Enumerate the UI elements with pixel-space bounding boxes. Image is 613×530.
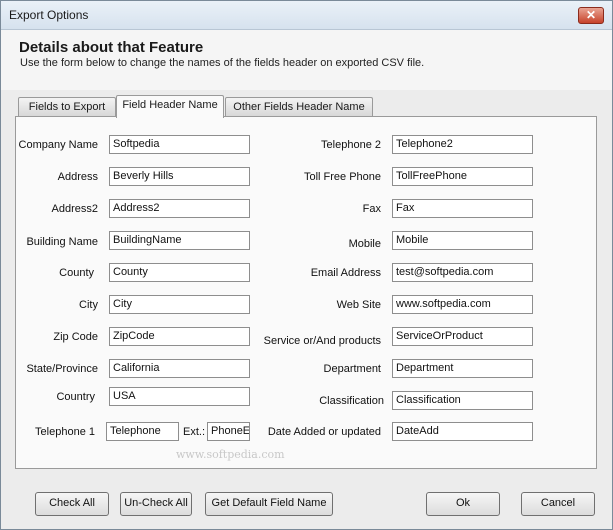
watermark-text: www.softpedia.com xyxy=(176,448,285,461)
building-name-field[interactable]: BuildingName xyxy=(109,231,250,250)
page-description: Use the form below to change the names o… xyxy=(20,57,425,69)
close-button[interactable]: ✕ xyxy=(578,7,604,24)
ok-button[interactable]: Ok xyxy=(426,492,500,516)
address-label: Address xyxy=(57,171,98,183)
title-bar: Export Options ✕ xyxy=(1,1,612,30)
export-options-window: Export Options ✕ Details about that Feat… xyxy=(0,0,613,530)
address2-label: Address2 xyxy=(51,203,98,215)
country-label: Country xyxy=(56,391,95,403)
service-products-label: Service or/And products xyxy=(263,335,381,347)
telephone2-label: Telephone 2 xyxy=(321,139,381,151)
tab-other-fields-header-name[interactable]: Other Fields Header Name xyxy=(225,97,373,118)
state-province-field[interactable]: California xyxy=(109,359,250,378)
county-field[interactable]: County xyxy=(109,263,250,282)
date-added-field[interactable]: DateAdd xyxy=(392,422,533,441)
zip-code-label: Zip Code xyxy=(53,331,98,343)
department-field[interactable]: Department xyxy=(392,359,533,378)
mobile-field[interactable]: Mobile xyxy=(392,231,533,250)
city-label: City xyxy=(79,299,98,311)
mobile-label: Mobile xyxy=(348,238,381,250)
web-site-label: Web Site xyxy=(336,299,381,311)
telephone1-label: Telephone 1 xyxy=(35,426,95,438)
window-title: Export Options xyxy=(9,8,89,22)
address2-field[interactable]: Address2 xyxy=(109,199,250,218)
state-province-label: State/Province xyxy=(26,363,98,375)
header-area: Details about that Feature Use the form … xyxy=(1,30,612,90)
zip-code-field[interactable]: ZipCode xyxy=(109,327,250,346)
fax-label: Fax xyxy=(362,203,381,215)
city-field[interactable]: City xyxy=(109,295,250,314)
telephone1-ext-label: Ext.: xyxy=(183,426,206,438)
get-default-field-name-button[interactable]: Get Default Field Name xyxy=(205,492,333,516)
service-products-field[interactable]: ServiceOrProduct xyxy=(392,327,533,346)
telephone2-field[interactable]: Telephone2 xyxy=(392,135,533,154)
page-title: Details about that Feature xyxy=(19,39,204,56)
email-address-label: Email Address xyxy=(310,267,381,279)
company-name-label: Company Name xyxy=(18,139,98,151)
telephone1-ext-field[interactable]: PhoneExt xyxy=(207,422,250,441)
date-added-label: Date Added or updated xyxy=(267,426,381,438)
building-name-label: Building Name xyxy=(26,236,98,248)
country-field[interactable]: USA xyxy=(109,387,250,406)
toll-free-phone-field[interactable]: TollFreePhone xyxy=(392,167,533,186)
close-icon: ✕ xyxy=(585,8,597,22)
toll-free-phone-label: Toll Free Phone xyxy=(303,171,381,183)
county-label: County xyxy=(59,267,94,279)
email-address-field[interactable]: test@softpedia.com xyxy=(392,263,533,282)
uncheck-all-button[interactable]: Un-Check All xyxy=(120,492,192,516)
department-label: Department xyxy=(323,363,381,375)
fax-field[interactable]: Fax xyxy=(392,199,533,218)
cancel-button[interactable]: Cancel xyxy=(521,492,595,516)
tab-field-header-name[interactable]: Field Header Name xyxy=(116,95,224,118)
company-name-field[interactable]: Softpedia xyxy=(109,135,250,154)
web-site-field[interactable]: www.softpedia.com xyxy=(392,295,533,314)
telephone1-field[interactable]: Telephone xyxy=(106,422,179,441)
check-all-button[interactable]: Check All xyxy=(35,492,109,516)
tab-fields-to-export[interactable]: Fields to Export xyxy=(18,97,116,118)
classification-field[interactable]: Classification xyxy=(392,391,533,410)
address-field[interactable]: Beverly Hills xyxy=(109,167,250,186)
classification-label: Classification xyxy=(319,395,384,407)
